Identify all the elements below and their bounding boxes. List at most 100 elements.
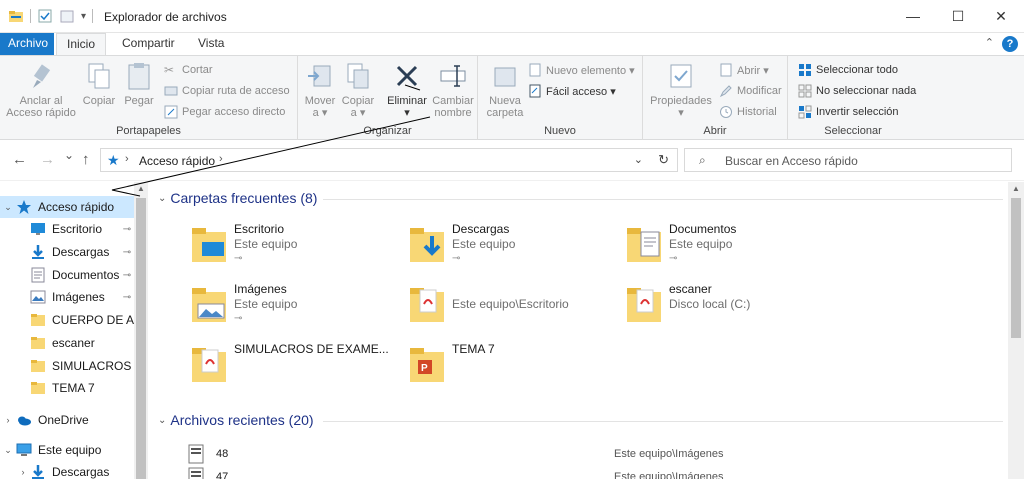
- select-group: Seleccionar todo No seleccionar nada Inv…: [788, 56, 918, 140]
- sidebar-item-escritorio[interactable]: Escritorio ⊸: [0, 218, 134, 240]
- sidebar-item-label: escaner: [52, 336, 95, 350]
- select-all-button[interactable]: Seleccionar todo: [798, 63, 898, 77]
- maximize-button[interactable]: ☐: [935, 0, 981, 32]
- sidebar-item-simulacros-de[interactable]: SIMULACROS DE: [0, 355, 134, 377]
- expand-chevron-icon[interactable]: ⌄: [0, 202, 16, 213]
- nav-scroll-up-icon[interactable]: ▲: [134, 182, 148, 196]
- recent-file-path: Este equipo\Imágenes: [614, 448, 724, 460]
- select-none-button[interactable]: No seleccionar nada: [798, 84, 916, 98]
- sidebar-item-tema-7[interactable]: TEMA 7: [0, 377, 134, 399]
- copy-to-button[interactable]: Copiar a ▾: [340, 60, 376, 119]
- frequent-folder-tile[interactable]: Documentos Este equipo ⊸: [623, 222, 833, 278]
- sidebar-item-label: Descargas: [52, 245, 110, 259]
- address-dropdown-icon[interactable]: ⌄: [634, 153, 643, 166]
- recent-files-header[interactable]: ⌄ Archivos recientes (20): [158, 412, 314, 428]
- new-folder-button[interactable]: Nueva carpeta: [482, 60, 528, 119]
- frequent-folders-title: Carpetas frecuentes (8): [170, 190, 318, 206]
- qat-separator-2: [92, 9, 94, 23]
- paste-button[interactable]: Pegar: [120, 60, 158, 107]
- properties-button[interactable]: Propiedades ▾: [649, 60, 713, 119]
- copy-button[interactable]: Copiar: [80, 60, 118, 107]
- frequent-folder-tile[interactable]: Descargas Este equipo ⊸: [406, 222, 616, 278]
- image-file-icon: [188, 444, 204, 464]
- clipboard-group: Anclar al Acceso rápido Copiar Pegar ✂ C…: [0, 56, 298, 140]
- breadcrumb-separator-icon[interactable]: ›: [125, 153, 129, 165]
- nav-scroll-thumb[interactable]: [136, 198, 146, 479]
- delete-button[interactable]: Eliminar ▾: [384, 60, 430, 119]
- pin-icon: ⊸: [122, 223, 132, 235]
- sidebar-item-documentos[interactable]: Documentos ⊸: [0, 264, 134, 286]
- frequent-folder-tile[interactable]: Escritorio Este equipo ⊸: [188, 222, 398, 278]
- scroll-up-icon[interactable]: ▲: [1008, 182, 1024, 196]
- refresh-icon[interactable]: ↻: [658, 152, 669, 168]
- forward-button[interactable]: →: [40, 151, 55, 168]
- breadcrumb-quick-access[interactable]: Acceso rápido: [139, 154, 215, 168]
- sidebar-item-cuerpo-de-aux[interactable]: CUERPO DE AUX: [0, 309, 134, 331]
- history-button[interactable]: Historial: [719, 105, 777, 119]
- tab-file[interactable]: Archivo: [0, 33, 54, 55]
- select-none-label: No seleccionar nada: [816, 85, 917, 97]
- invert-selection-button[interactable]: Invertir selección: [798, 105, 899, 119]
- sidebar-item-onedrive[interactable]: › OneDrive: [0, 409, 134, 431]
- new-item-label: Nuevo elemento ▾: [546, 64, 635, 77]
- recent-locations-button[interactable]: ⌄: [64, 148, 74, 162]
- frequent-folder-tile[interactable]: Este equipo\Escritorio: [406, 282, 616, 338]
- tab-share[interactable]: Compartir: [112, 33, 185, 55]
- pin-icon: ⊸: [122, 291, 132, 303]
- move-to-button[interactable]: Mover a ▾: [302, 60, 338, 119]
- minimize-button[interactable]: —: [890, 0, 936, 32]
- rename-button[interactable]: Cambiar nombre: [430, 60, 476, 119]
- content-scroll-thumb[interactable]: [1011, 198, 1021, 338]
- sidebar-item-label: Descargas: [52, 465, 110, 479]
- sidebar-item-este-equipo[interactable]: ⌄ Este equipo: [0, 439, 134, 461]
- expand-chevron-icon[interactable]: ›: [16, 467, 30, 477]
- expand-chevron-icon[interactable]: ⌄: [0, 445, 16, 456]
- pictures-folder-icon: [188, 282, 228, 326]
- sidebar-item-escaner[interactable]: escaner: [0, 332, 134, 354]
- sidebar-item-label: CUERPO DE AUX: [52, 313, 134, 327]
- recent-collapse-icon[interactable]: ⌄: [158, 415, 166, 426]
- recent-file-row[interactable]: 47 Este equipo\Imágenes: [188, 467, 988, 479]
- breadcrumb-chevron-icon[interactable]: ›: [219, 153, 223, 165]
- expand-chevron-icon[interactable]: ›: [0, 415, 16, 425]
- paste-shortcut-button[interactable]: Pegar acceso directo: [164, 105, 285, 119]
- folder-location: Este equipo\Escritorio: [452, 297, 569, 311]
- frequent-folders-header[interactable]: ⌄ Carpetas frecuentes (8): [158, 190, 317, 206]
- sidebar-item-acceso-rápido[interactable]: ⌄ Acceso rápido: [0, 196, 134, 218]
- search-placeholder: Buscar en Acceso rápido: [725, 154, 858, 168]
- frequent-folder-tile[interactable]: P TEMA 7: [406, 342, 616, 398]
- address-bar[interactable]: ★ › Acceso rápido › ⌄ ↻: [100, 148, 678, 172]
- sidebar-item-descargas[interactable]: › Descargas: [0, 461, 134, 479]
- close-button[interactable]: ✕: [978, 0, 1024, 32]
- new-item-button[interactable]: Nuevo elemento ▾: [528, 63, 635, 77]
- pin-quick-access-button[interactable]: Anclar al Acceso rápido: [6, 60, 76, 119]
- copy-path-button[interactable]: Copiar ruta de acceso: [164, 84, 290, 98]
- edit-button[interactable]: Modificar: [719, 84, 782, 98]
- paste-icon: [128, 63, 150, 90]
- sidebar-item-descargas[interactable]: Descargas ⊸: [0, 241, 134, 263]
- frequent-folder-tile[interactable]: Imágenes Este equipo ⊸: [188, 282, 398, 338]
- tab-home[interactable]: Inicio: [56, 33, 106, 55]
- properties-qat-icon[interactable]: [37, 8, 53, 24]
- sidebar-item-imágenes[interactable]: Imágenes ⊸: [0, 286, 134, 308]
- up-button[interactable]: ↑: [82, 151, 90, 168]
- frequent-folder-tile[interactable]: SIMULACROS DE EXAME...: [188, 342, 398, 398]
- content-scrollbar[interactable]: ▲: [1008, 182, 1024, 479]
- open-button[interactable]: Abrir ▾: [719, 63, 769, 77]
- easy-access-button[interactable]: Fácil acceso ▾: [528, 84, 616, 98]
- cut-button[interactable]: ✂ Cortar: [164, 63, 213, 77]
- help-icon[interactable]: ?: [1002, 36, 1018, 52]
- search-box[interactable]: ⌕ Buscar en Acceso rápido: [684, 148, 1012, 172]
- pinned-icon: ⊸: [669, 253, 678, 264]
- frequent-collapse-icon[interactable]: ⌄: [158, 193, 166, 204]
- collapse-ribbon-icon[interactable]: ⌃: [985, 36, 994, 49]
- back-button[interactable]: ←: [12, 151, 27, 168]
- tab-view[interactable]: Vista: [188, 33, 234, 55]
- new-folder-qat-icon[interactable]: [59, 8, 75, 24]
- qat-dropdown-icon[interactable]: ▾: [81, 11, 86, 22]
- sidebar-item-label: SIMULACROS DE: [52, 359, 134, 373]
- download-icon: [30, 244, 46, 260]
- recent-file-row[interactable]: 48 Este equipo\Imágenes: [188, 444, 988, 464]
- navigation-scrollbar[interactable]: ▲: [134, 182, 148, 479]
- frequent-folder-tile[interactable]: escaner Disco local (C:): [623, 282, 833, 338]
